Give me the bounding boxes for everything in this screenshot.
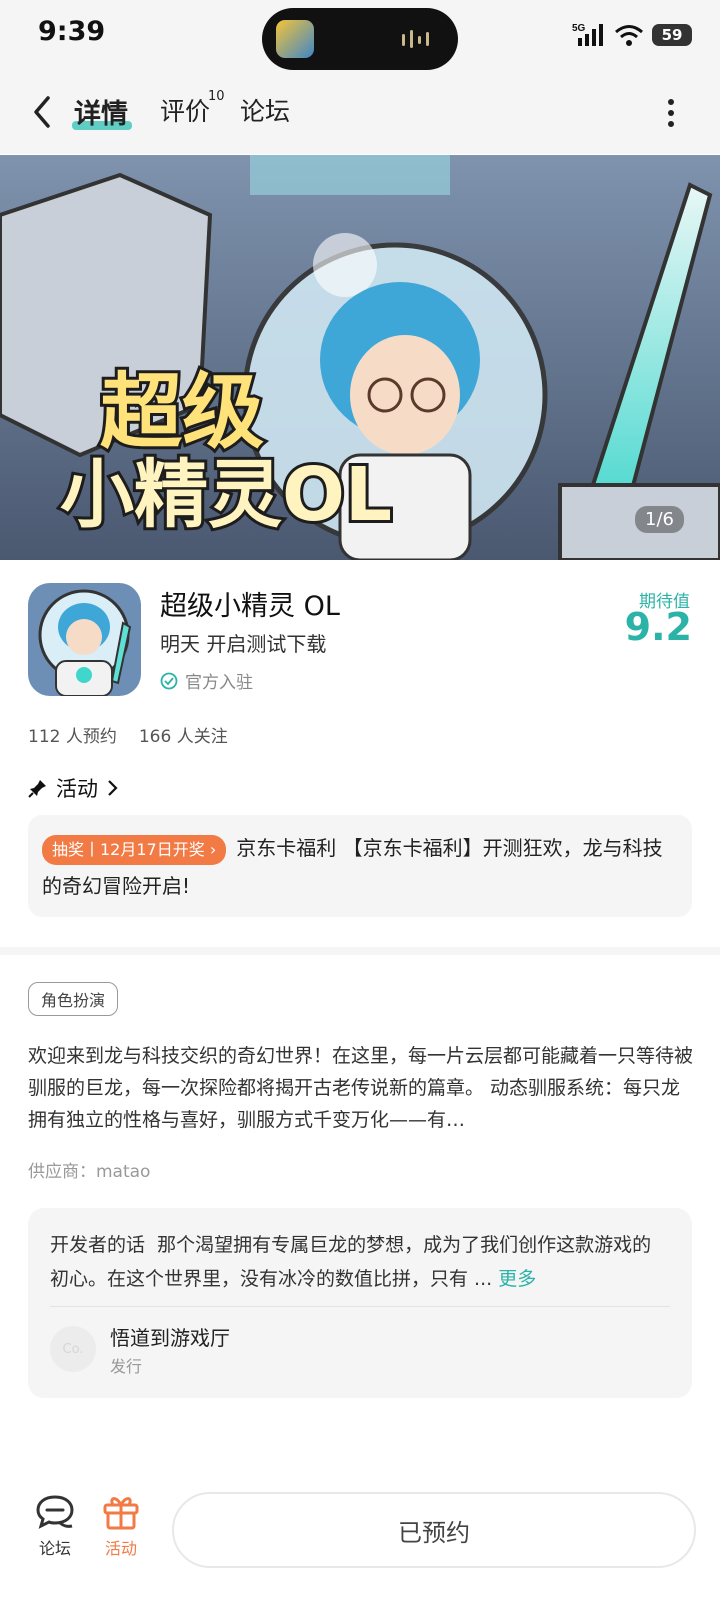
tab-reviews[interactable]: 评价 (160, 92, 210, 128)
audio-wave-icon (402, 30, 429, 48)
activity-header[interactable]: 活动 (28, 773, 120, 803)
developer-note: 开发者的话 那个渴望拥有专属巨龙的梦想，成为了我们创作这款游戏的初心。在这个世界… (50, 1228, 670, 1296)
game-stats: 112 人预约 166 人关注 (28, 722, 228, 747)
verified-check-icon (160, 672, 178, 689)
game-mini-icon (276, 20, 314, 58)
publisher-name[interactable]: 悟道到游戏厅 (110, 1322, 230, 1351)
top-nav: 详情 评价 10 论坛 (0, 72, 720, 154)
lottery-tag[interactable]: 抽奖丨12月17日开奖 › (42, 834, 227, 865)
screenshot-carousel[interactable]: 超级 小精灵OL (0, 155, 720, 560)
activity-content: 抽奖丨12月17日开奖 › 京东卡福利 【京东卡福利】开测狂欢，龙与科技的奇幻冒险… (42, 829, 682, 905)
publisher-avatar[interactable]: Co. (50, 1326, 96, 1372)
activity-card[interactable]: 抽奖丨12月17日开奖 › 京东卡福利 【京东卡福利】开测狂欢，龙与科技的奇幻冒险… (28, 815, 692, 917)
dynamic-island[interactable] (262, 8, 458, 70)
game-title: 超级小精灵 OL (160, 591, 340, 622)
carousel-pager: 1/6 (635, 506, 684, 533)
activity-tab-label[interactable]: 活动 (105, 1535, 137, 1559)
cellular-signal-icon: 5G (572, 23, 603, 46)
banner-artwork: 超级 小精灵OL (0, 155, 720, 560)
reviews-count-badge: 10 (208, 89, 225, 104)
wifi-icon (615, 25, 643, 46)
lottery-tag-label: 抽奖丨12月17日开奖 (52, 839, 205, 859)
test-download-date: 明天 开启测试下载 (160, 632, 327, 656)
official-verified: 官方入驻 (160, 668, 253, 693)
more-link[interactable]: 更多 (498, 1268, 536, 1290)
game-app-icon (28, 583, 141, 696)
developer-label: 开发者的话 (50, 1234, 146, 1256)
developer-card[interactable]: 开发者的话 那个渴望拥有专属巨龙的梦想，成为了我们创作这款游戏的初心。在这个世界… (28, 1208, 692, 1398)
status-bar: 9:39 5G 59 (0, 0, 720, 72)
publisher-role: 发行 (110, 1357, 143, 1376)
more-options-icon[interactable] (666, 98, 676, 128)
section-divider (0, 947, 720, 955)
activity-heading: 活动 (56, 777, 98, 801)
supplier-info: 供应商：matao (28, 1162, 151, 1182)
banner-title-line-1: 超级 (100, 365, 264, 460)
status-indicators: 5G 59 (572, 18, 692, 52)
official-label: 官方入驻 (185, 673, 253, 693)
forum-tab-label[interactable]: 论坛 (39, 1535, 71, 1559)
chevron-right-icon (108, 780, 118, 796)
tab-forum[interactable]: 论坛 (240, 92, 290, 128)
game-description[interactable]: 欢迎来到龙与科技交织的奇幻世界！在这里，每一片云层都可能藏着一只等待被驯服的巨龙… (28, 1040, 694, 1136)
tab-details[interactable]: 详情 (74, 92, 128, 131)
card-divider (50, 1306, 670, 1307)
pin-icon (28, 780, 46, 798)
reserved-button[interactable]: 已预约 (172, 1492, 696, 1568)
reservation-count: 112 人预约 (28, 727, 117, 747)
banner-title-line-2: 小精灵OL (60, 452, 392, 538)
expectation-score: 9.2 (624, 605, 692, 649)
follower-count: 166 人关注 (138, 727, 228, 747)
gift-icon[interactable] (101, 1492, 141, 1532)
battery-indicator: 59 (652, 24, 692, 46)
network-type: 5G (572, 23, 586, 34)
forum-icon[interactable] (35, 1492, 75, 1532)
genre-tag[interactable]: 角色扮演 (28, 982, 119, 1016)
back-arrow-icon[interactable] (28, 94, 58, 130)
status-time: 9:39 (38, 16, 106, 47)
